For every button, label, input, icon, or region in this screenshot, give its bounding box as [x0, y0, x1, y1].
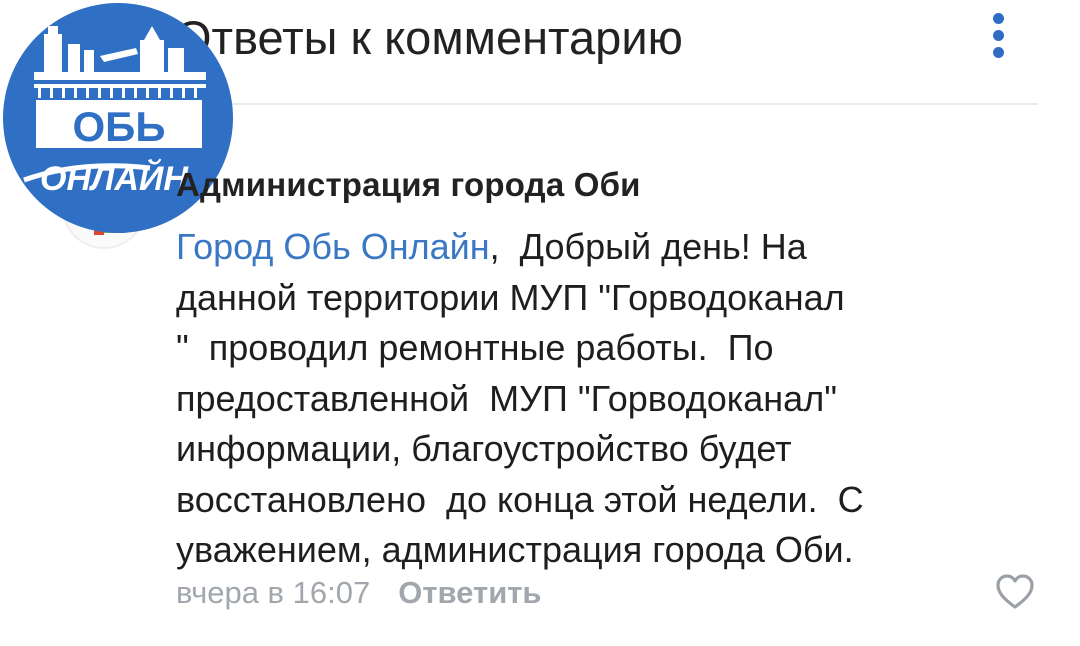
comment-timestamp: вчера в 16:07 — [176, 575, 371, 610]
watermark-logo: ОБЬ ОНЛАЙН — [0, 0, 240, 240]
page-title: Ответы к комментарию — [175, 11, 683, 64]
comment-line-1: , Добрый день! На — [489, 226, 807, 267]
logo-text-top: ОБЬ — [72, 103, 165, 150]
comment-meta: вчера в 16:07 Ответить — [176, 575, 542, 611]
comment-author[interactable]: Администрация города Оби — [176, 166, 641, 204]
header-divider — [190, 103, 1038, 105]
mention-link[interactable]: Город Обь Онлайн — [176, 226, 490, 267]
comment-line-6: восстановлено до конца этой недели. С — [176, 478, 864, 520]
comment-line-4: предоставленной МУП "Горводоканал" — [176, 377, 837, 419]
heart-icon[interactable] — [994, 571, 1036, 613]
comment-line-5: информации, благоустройство будет — [176, 428, 792, 469]
comment-text: Город Обь Онлайн, Добрый день! На данной… — [176, 222, 996, 576]
comment-line-7: уважением, администрация города Оби. — [176, 529, 854, 570]
more-vertical-icon[interactable] — [986, 8, 1010, 68]
logo-text-bottom: ОНЛАЙН — [40, 159, 189, 198]
reply-button[interactable]: Ответить — [398, 575, 541, 610]
comment-line-3: " проводил ремонтные работы. По — [176, 327, 774, 368]
comment-line-2: данной территории МУП "Горводоканал — [176, 276, 845, 318]
